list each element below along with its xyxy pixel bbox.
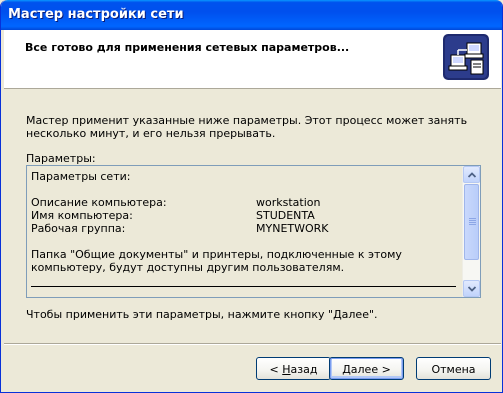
page-heading: Все готово для применения сетевых параме…	[25, 41, 350, 54]
separator-line	[31, 286, 456, 287]
divider	[4, 343, 501, 345]
wizard-header: Все готово для применения сетевых параме…	[4, 30, 501, 89]
param-value: STUDENTA	[256, 209, 315, 222]
param-label: Рабочая группа:	[31, 222, 126, 235]
wizard-window: Мастер настройки сети Все готово для при…	[0, 0, 503, 393]
param-row-computer-name: Имя компьютера: STUDENTA	[31, 209, 461, 222]
param-row-workgroup: Рабочая группа: MYNETWORK	[31, 222, 461, 235]
params-section-title: Параметры сети:	[31, 170, 131, 183]
scroll-down-button[interactable]	[463, 280, 480, 297]
title-bar[interactable]: Мастер настройки сети	[1, 0, 502, 30]
param-value: workstation	[256, 196, 321, 209]
param-label: Имя компьютера:	[31, 209, 133, 222]
scroll-up-button[interactable]	[463, 166, 480, 183]
window-title: Мастер настройки сети	[8, 7, 184, 22]
back-button[interactable]: < Назад	[256, 357, 331, 380]
scroll-thumb[interactable]	[464, 184, 479, 260]
chevron-up-icon	[468, 172, 476, 178]
param-value: MYNETWORK	[256, 222, 329, 235]
chevron-down-icon	[468, 286, 476, 292]
vertical-scrollbar[interactable]	[462, 166, 480, 297]
sharing-note: Папка "Общие документы" и принтеры, подк…	[31, 248, 402, 274]
params-content: Параметры сети: Описание компьютера: wor…	[31, 170, 461, 287]
cancel-button[interactable]: Отмена	[416, 357, 491, 380]
network-computers-icon	[442, 33, 490, 81]
params-listbox[interactable]: Параметры сети: Описание компьютера: wor…	[26, 165, 481, 298]
params-label: Параметры:	[26, 152, 96, 165]
description-text: Мастер применит указанные ниже параметры…	[26, 114, 468, 140]
next-button[interactable]: Далее >	[329, 357, 404, 380]
instruction-text: Чтобы применить эти параметры, нажмите к…	[26, 308, 378, 321]
param-label: Описание компьютера:	[31, 196, 167, 209]
param-row-description: Описание компьютера: workstation	[31, 196, 461, 209]
